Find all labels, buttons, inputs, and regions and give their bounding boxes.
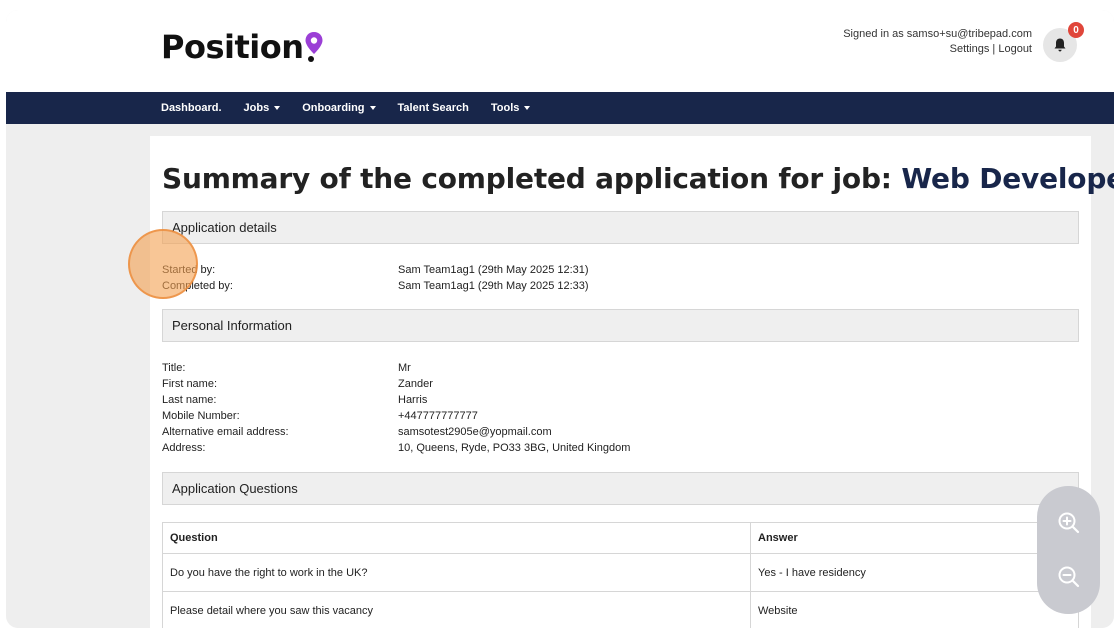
caret-down-icon xyxy=(524,106,531,110)
field-label: Started by: xyxy=(162,264,216,276)
application-summary-card: Summary of the completed application for… xyxy=(150,136,1114,628)
question-cell: Please detail where you saw this vacancy xyxy=(162,591,751,628)
questions-table: Question Answer Do you have the right to… xyxy=(162,522,1079,628)
link-separator: | xyxy=(989,43,999,55)
nav-talent-search[interactable]: Talent Search xyxy=(398,102,469,114)
field-value: samsotest2905e@yopmail.com xyxy=(398,426,552,438)
field-value: Harris xyxy=(398,394,428,406)
settings-link[interactable]: Settings xyxy=(950,43,990,55)
caret-down-icon xyxy=(369,106,376,110)
field-value: Mr xyxy=(398,362,411,374)
field-row: Last name: Harris xyxy=(162,392,630,408)
position-logo[interactable]: Position xyxy=(161,28,324,66)
logout-link[interactable]: Logout xyxy=(998,43,1032,55)
page-title: Summary of the completed application for… xyxy=(162,162,1114,195)
field-row: Title: Mr xyxy=(162,360,630,376)
field-label: Title: xyxy=(162,362,186,374)
application-details-header: Application details xyxy=(162,211,1079,244)
field-label: Mobile Number: xyxy=(162,410,240,422)
field-row: Completed by: Sam Team1ag1 (29th May 202… xyxy=(162,278,589,294)
nav-tools[interactable]: Tools xyxy=(491,102,531,114)
field-label: Completed by: xyxy=(162,280,233,292)
personal-information-header: Personal Information xyxy=(162,309,1079,342)
nav-dashboard[interactable]: Dashboard. xyxy=(161,102,222,114)
main-nav: Dashboard. Jobs Onboarding Talent Search… xyxy=(6,92,1114,124)
field-row: First name: Zander xyxy=(162,376,630,392)
application-questions-header: Application Questions xyxy=(162,472,1079,505)
field-value: Zander xyxy=(398,378,433,390)
logo-pin-icon xyxy=(305,32,323,62)
table-row: Please detail where you saw this vacancy… xyxy=(162,591,1079,628)
question-cell: Do you have the right to work in the UK? xyxy=(162,553,751,592)
job-title: Web Developer xyxy=(901,162,1114,195)
field-row: Started by: Sam Team1ag1 (29th May 2025 … xyxy=(162,262,589,278)
field-value: 10, Queens, Ryde, PO33 3BG, United Kingd… xyxy=(398,442,631,454)
nav-tools-label: Tools xyxy=(490,102,520,114)
column-header-answer: Answer xyxy=(750,522,1079,554)
zoom-controls xyxy=(1037,486,1100,614)
field-row: Address: 10, Queens, Ryde, PO33 3BG, Uni… xyxy=(162,440,630,456)
app-window: Position Signed in as samso+su@tribepad.… xyxy=(6,10,1114,628)
field-label: Last name: xyxy=(162,394,217,406)
signed-in-text: Signed in as samso+su@tribepad.com xyxy=(843,28,1032,40)
answer-cell: Website xyxy=(750,591,1079,628)
field-value: +447777777777 xyxy=(398,410,478,422)
application-details-fields: Started by: Sam Team1ag1 (29th May 2025 … xyxy=(162,262,589,294)
caret-down-icon xyxy=(274,106,281,110)
field-label: First name: xyxy=(162,378,218,390)
table-header-row: Question Answer xyxy=(162,522,1079,554)
bell-icon xyxy=(1054,38,1066,52)
field-row: Mobile Number: +447777777777 xyxy=(162,408,630,424)
table-row: Do you have the right to work in the UK?… xyxy=(162,553,1079,592)
nav-dashboard-label: Dashboard. xyxy=(161,102,222,114)
page-title-prefix: Summary of the completed application for… xyxy=(162,162,902,195)
field-label: Alternative email address: xyxy=(162,426,289,438)
personal-information-fields: Title: Mr First name: Zander Last name: … xyxy=(162,360,630,456)
zoom-out-icon[interactable] xyxy=(1055,563,1083,591)
column-header-question: Question xyxy=(162,522,751,554)
zoom-in-icon[interactable] xyxy=(1055,509,1083,537)
nav-jobs[interactable]: Jobs xyxy=(244,102,281,114)
signin-info: Signed in as samso+su@tribepad.com Setti… xyxy=(843,27,1032,57)
nav-onboarding[interactable]: Onboarding xyxy=(302,102,376,114)
answer-cell: Yes - I have residency xyxy=(750,553,1079,592)
nav-onboarding-label: Onboarding xyxy=(302,102,365,114)
field-row: Alternative email address: samsotest2905… xyxy=(162,424,630,440)
logo-text: Position xyxy=(161,28,304,66)
nav-talent-search-label: Talent Search xyxy=(397,102,469,114)
site-header: Position Signed in as samso+su@tribepad.… xyxy=(6,10,1114,92)
nav-jobs-label: Jobs xyxy=(243,102,270,114)
field-value: Sam Team1ag1 (29th May 2025 12:33) xyxy=(398,280,589,292)
field-value: Sam Team1ag1 (29th May 2025 12:31) xyxy=(398,264,589,276)
field-label: Address: xyxy=(162,442,206,454)
notification-count-badge: 0 xyxy=(1068,22,1084,38)
